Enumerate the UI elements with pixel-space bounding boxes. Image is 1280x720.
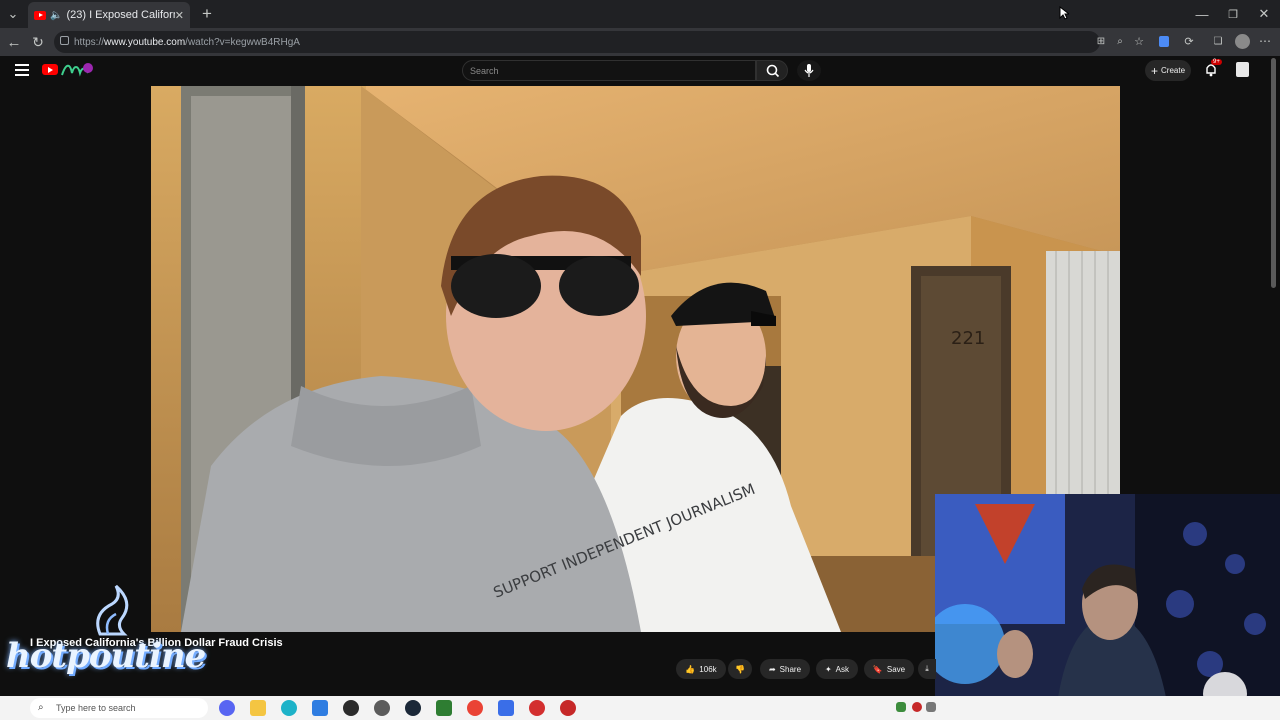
youtube-favicon-icon — [34, 10, 46, 20]
share-arrow-icon: ➦ — [768, 664, 776, 674]
refresh-extension-icon[interactable]: ⟳ — [1182, 34, 1196, 48]
bookmark-icon: 🔖 — [872, 664, 883, 674]
taskbar-search-icon: ⌕ — [38, 702, 44, 713]
more-menu-icon[interactable]: ⋯ — [1258, 34, 1272, 48]
thumbs-down-icon: 👎 — [735, 664, 745, 674]
page-scrollbar[interactable] — [1271, 58, 1276, 288]
youtube-logo-icon[interactable] — [42, 64, 58, 75]
flame-logo-icon — [96, 584, 129, 636]
download-button[interactable]: ⤓ — [918, 659, 936, 679]
dislike-button[interactable]: 👎 — [728, 659, 752, 679]
tab-audio-icon[interactable]: 🔈 — [50, 10, 62, 21]
minimize-window-icon[interactable]: — — [1193, 5, 1211, 23]
url-prefix: https:// — [74, 36, 105, 48]
browser-address-toolbar: ← ↻ https://www.youtube.com/watch?v=kegw… — [0, 28, 1280, 56]
like-count: 106k — [699, 664, 717, 674]
door-number: 221 — [951, 328, 985, 349]
url-input[interactable]: https://www.youtube.com/watch?v=kegwwB4R… — [54, 31, 1100, 53]
app-red-icon[interactable] — [529, 700, 545, 716]
windows-taskbar: ⌕ Type here to search — [0, 696, 1280, 720]
video-title: I Exposed California's Billion Dollar Fr… — [30, 637, 283, 649]
taskbar-search-placeholder: Type here to search — [56, 703, 136, 713]
youtube-doodle-logo-icon[interactable] — [60, 61, 94, 79]
restore-window-icon[interactable]: ❐ — [1224, 5, 1242, 23]
settings-gear-icon[interactable] — [374, 700, 390, 716]
minecraft-icon[interactable] — [436, 700, 452, 716]
notifications-bell-icon[interactable]: 9+ — [1204, 59, 1222, 77]
back-arrow-icon[interactable]: ← — [5, 33, 23, 51]
chrome-icon[interactable] — [467, 700, 483, 716]
search-input[interactable]: Search — [462, 60, 756, 81]
obs-icon[interactable] — [343, 700, 359, 716]
browser-tab-active[interactable]: 🔈 (23) I Exposed California's Bill ✕ — [28, 2, 190, 28]
like-button[interactable]: 👍 106k — [676, 659, 726, 679]
collections-icon[interactable]: ❏ — [1211, 34, 1225, 48]
close-window-icon[interactable]: ✕ — [1255, 5, 1273, 23]
tab-title: (23) I Exposed California's Bill — [66, 9, 174, 21]
tab-list-chevron-icon[interactable]: ⌄ — [4, 5, 22, 23]
save-button[interactable]: 🔖 Save — [864, 659, 914, 679]
profile-avatar[interactable] — [1235, 34, 1250, 49]
extension-icon[interactable] — [1159, 36, 1169, 47]
browser-tab-bar: ⌄ 🔈 (23) I Exposed California's Bill ✕ +… — [0, 0, 1280, 28]
tab-close-icon[interactable]: ✕ — [175, 9, 184, 22]
tray-app-icon[interactable] — [912, 702, 922, 712]
reload-icon[interactable]: ↻ — [29, 33, 47, 51]
share-button[interactable]: ➦ Share — [760, 659, 810, 679]
account-avatar[interactable] — [1236, 62, 1249, 77]
save-label: Save — [886, 664, 906, 674]
tray-nvidia-icon[interactable] — [896, 702, 906, 712]
file-explorer-icon[interactable] — [250, 700, 266, 716]
store-app-icon[interactable] — [312, 700, 328, 716]
discord-icon[interactable] — [219, 700, 235, 716]
thumbs-up-icon: 👍 — [685, 664, 696, 674]
tray-misc-icon[interactable] — [926, 702, 936, 712]
webcam-frame — [935, 494, 1280, 720]
download-icon: ⤓ — [925, 664, 929, 673]
create-button[interactable]: + Create — [1145, 60, 1191, 81]
app-available-icon[interactable]: ⊞ — [1094, 34, 1108, 48]
url-path: /watch?v=kegwwB4RHgA — [185, 36, 300, 48]
plus-icon: + — [1150, 63, 1158, 78]
edge-browser-icon[interactable] — [281, 700, 297, 716]
hamburger-menu-icon[interactable] — [15, 64, 29, 76]
share-label: Share — [779, 664, 802, 674]
ask-button[interactable]: ✦ Ask — [816, 659, 858, 679]
youtube-header: Search + Create 9+ — [0, 56, 1280, 86]
mouse-cursor-icon — [1059, 6, 1069, 20]
app-record-icon[interactable] — [560, 700, 576, 716]
microphone-icon — [804, 64, 814, 77]
ask-label: Ask — [835, 664, 850, 674]
url-host: www.youtube.com — [104, 36, 186, 48]
app-blue-icon[interactable] — [498, 700, 514, 716]
notification-badge: 9+ — [1211, 59, 1222, 65]
sparkle-icon: ✦ — [824, 664, 832, 674]
webcam-overlay — [935, 494, 1280, 720]
taskbar-search-input[interactable]: ⌕ Type here to search — [30, 698, 208, 718]
steam-icon[interactable] — [405, 700, 421, 716]
search-icon — [766, 64, 780, 78]
zoom-icon[interactable]: ⌕ — [1113, 34, 1127, 48]
search-placeholder: Search — [470, 65, 499, 76]
search-button[interactable] — [756, 60, 788, 81]
favorite-star-icon[interactable]: ☆ — [1132, 34, 1146, 48]
site-info-icon[interactable] — [60, 36, 69, 45]
voice-search-button[interactable] — [797, 60, 821, 81]
new-tab-icon[interactable]: + — [198, 4, 216, 24]
create-label: Create — [1161, 66, 1186, 75]
